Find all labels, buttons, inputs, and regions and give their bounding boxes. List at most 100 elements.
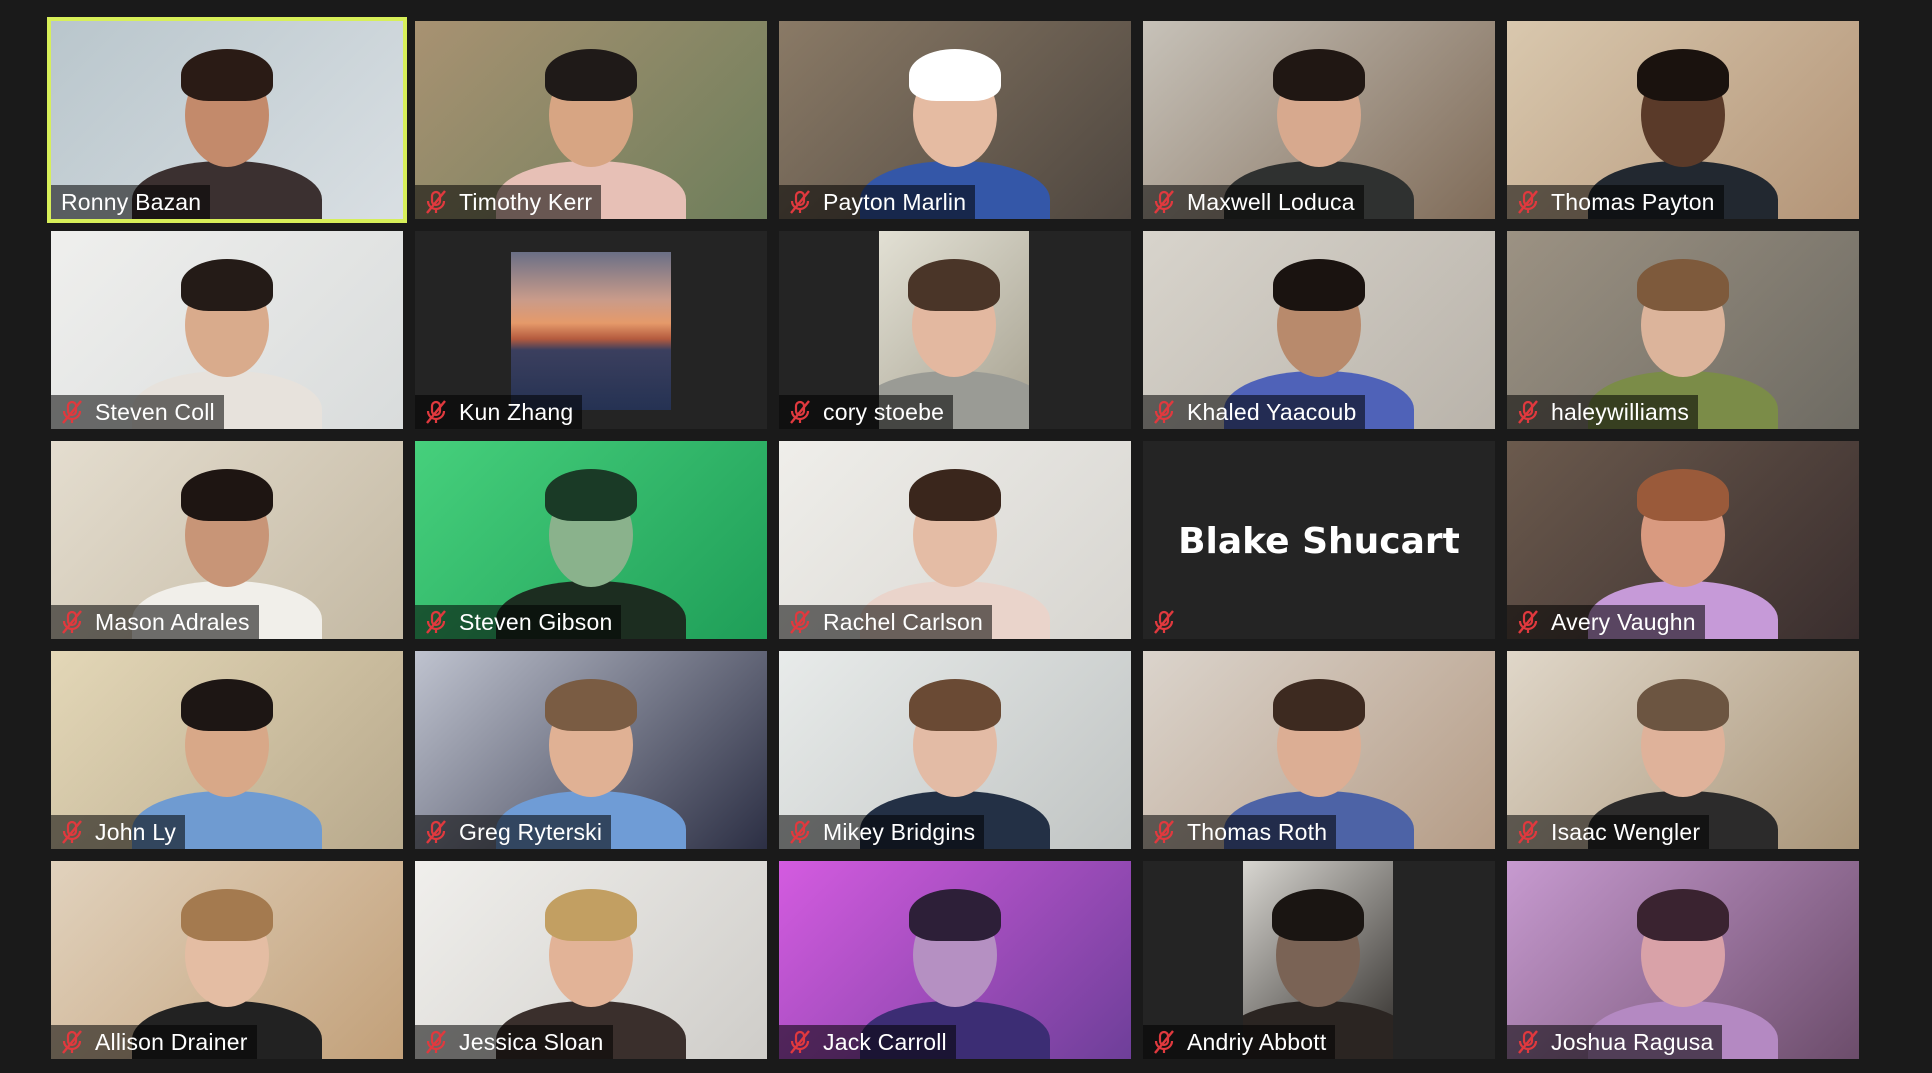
participant-name: Ronny Bazan [61, 188, 202, 215]
muted-microphone-icon [1518, 610, 1538, 634]
participant-name-tag: haleywilliams [1507, 395, 1699, 429]
participant-tile[interactable]: Thomas Roth [1143, 651, 1495, 849]
participant-name-tag: Joshua Ragusa [1507, 1025, 1723, 1059]
participant-name-tag: Rachel Carlson [779, 605, 993, 639]
participant-name: Greg Ryterski [459, 818, 603, 845]
participant-name-tag: Andriy Abbott [1143, 1025, 1336, 1059]
participant-tile[interactable]: haleywilliams [1507, 231, 1859, 429]
participant-name: Isaac Wengler [1551, 818, 1701, 845]
participant-name: cory stoebe [823, 398, 945, 425]
participant-tile[interactable]: Rachel Carlson [779, 441, 1131, 639]
participant-tile[interactable]: Blake Shucart [1143, 441, 1495, 639]
participant-name: Payton Marlin [823, 188, 967, 215]
participant-tile[interactable]: Mikey Bridgins [779, 651, 1131, 849]
person-hair [909, 49, 1001, 101]
participant-name: Thomas Roth [1187, 818, 1328, 845]
participant-name-tag: Thomas Payton [1507, 185, 1724, 219]
participant-name: Maxwell Loduca [1187, 188, 1355, 215]
participant-name-tag: Steven Gibson [415, 605, 622, 639]
muted-microphone-icon [62, 820, 82, 844]
participant-name-tag: Kun Zhang [415, 395, 583, 429]
participant-tile[interactable]: Steven Gibson [415, 441, 767, 639]
muted-microphone-icon [790, 820, 810, 844]
muted-microphone-icon [62, 610, 82, 634]
participant-name-tag: Jessica Sloan [415, 1025, 613, 1059]
muted-microphone-icon [790, 190, 810, 214]
participant-name: Jessica Sloan [459, 1028, 604, 1055]
person-hair [1637, 469, 1729, 521]
participant-tile[interactable]: Avery Vaughn [1507, 441, 1859, 639]
participant-name: Andriy Abbott [1187, 1028, 1327, 1055]
person-hair [545, 49, 637, 101]
participant-name-tag: Payton Marlin [779, 185, 976, 219]
participant-name-tag: Avery Vaughn [1507, 605, 1705, 639]
person-hair [1637, 49, 1729, 101]
muted-microphone-icon [1154, 820, 1174, 844]
participant-name-tag: Allison Drainer [51, 1025, 257, 1059]
participant-name-tag: Mason Adrales [51, 605, 259, 639]
person-hair [181, 889, 273, 941]
participant-tile[interactable]: Ronny Bazan [47, 17, 407, 223]
participant-name-tag: Greg Ryterski [415, 815, 612, 849]
person-hair [181, 679, 273, 731]
participant-name: Jack Carroll [823, 1028, 947, 1055]
muted-microphone-icon [1518, 820, 1538, 844]
participant-tile[interactable]: Allison Drainer [51, 861, 403, 1059]
person-hair [1637, 889, 1729, 941]
participant-name: Timothy Kerr [459, 188, 593, 215]
participant-tile[interactable]: Thomas Payton [1507, 21, 1859, 219]
participant-tile[interactable]: Khaled Yaacoub [1143, 231, 1495, 429]
muted-microphone-icon [1518, 1030, 1538, 1054]
person-hair [909, 889, 1001, 941]
participant-tile[interactable]: Joshua Ragusa [1507, 861, 1859, 1059]
person-hair [1637, 259, 1729, 311]
person-hair [1272, 889, 1364, 941]
muted-microphone-icon [790, 400, 810, 424]
muted-microphone-icon [62, 1030, 82, 1054]
participant-tile[interactable]: Greg Ryterski [415, 651, 767, 849]
participant-tile[interactable]: Steven Coll [51, 231, 403, 429]
participant-name: Steven Coll [95, 398, 215, 425]
participant-tile[interactable]: Kun Zhang [415, 231, 767, 429]
person-hair [1637, 679, 1729, 731]
participant-name-tag: Maxwell Loduca [1143, 185, 1364, 219]
participant-name-tag: Thomas Roth [1143, 815, 1337, 849]
muted-microphone-icon [426, 610, 446, 634]
muted-microphone-icon [1154, 1030, 1174, 1054]
muted-microphone-icon [1154, 610, 1174, 634]
participant-tile[interactable]: Payton Marlin [779, 21, 1131, 219]
participant-tile[interactable]: Andriy Abbott [1143, 861, 1495, 1059]
participant-name-tag: Mikey Bridgins [779, 815, 985, 849]
participant-tile[interactable]: Maxwell Loduca [1143, 21, 1495, 219]
participant-tile[interactable]: Isaac Wengler [1507, 651, 1859, 849]
participant-name: Mason Adrales [95, 608, 250, 635]
person-hair [909, 469, 1001, 521]
muted-microphone-icon [790, 1030, 810, 1054]
muted-microphone-icon [1518, 400, 1538, 424]
participant-name-tag: Ronny Bazan [51, 185, 211, 219]
person-hair [1273, 49, 1365, 101]
participant-name-tag: Jack Carroll [779, 1025, 956, 1059]
participant-name: Rachel Carlson [823, 608, 984, 635]
muted-microphone-icon [426, 820, 446, 844]
person-hair [181, 49, 273, 101]
participant-name: Khaled Yaacoub [1187, 398, 1357, 425]
participant-tile[interactable]: Mason Adrales [51, 441, 403, 639]
person-hair [545, 679, 637, 731]
participant-tile[interactable]: Timothy Kerr [415, 21, 767, 219]
person-hair [1273, 259, 1365, 311]
participant-name: Allison Drainer [95, 1028, 248, 1055]
participant-name-tag: Khaled Yaacoub [1143, 395, 1366, 429]
muted-microphone-icon [62, 400, 82, 424]
person-hair [181, 469, 273, 521]
person-hair [181, 259, 273, 311]
person-hair [545, 469, 637, 521]
participant-tile[interactable]: cory stoebe [779, 231, 1131, 429]
participant-name-tag: Timothy Kerr [415, 185, 602, 219]
participant-tile[interactable]: Jack Carroll [779, 861, 1131, 1059]
participant-name: Kun Zhang [459, 398, 574, 425]
person-hair [909, 679, 1001, 731]
participant-tile[interactable]: John Ly [51, 651, 403, 849]
participant-name-tag: cory stoebe [779, 395, 954, 429]
participant-tile[interactable]: Jessica Sloan [415, 861, 767, 1059]
